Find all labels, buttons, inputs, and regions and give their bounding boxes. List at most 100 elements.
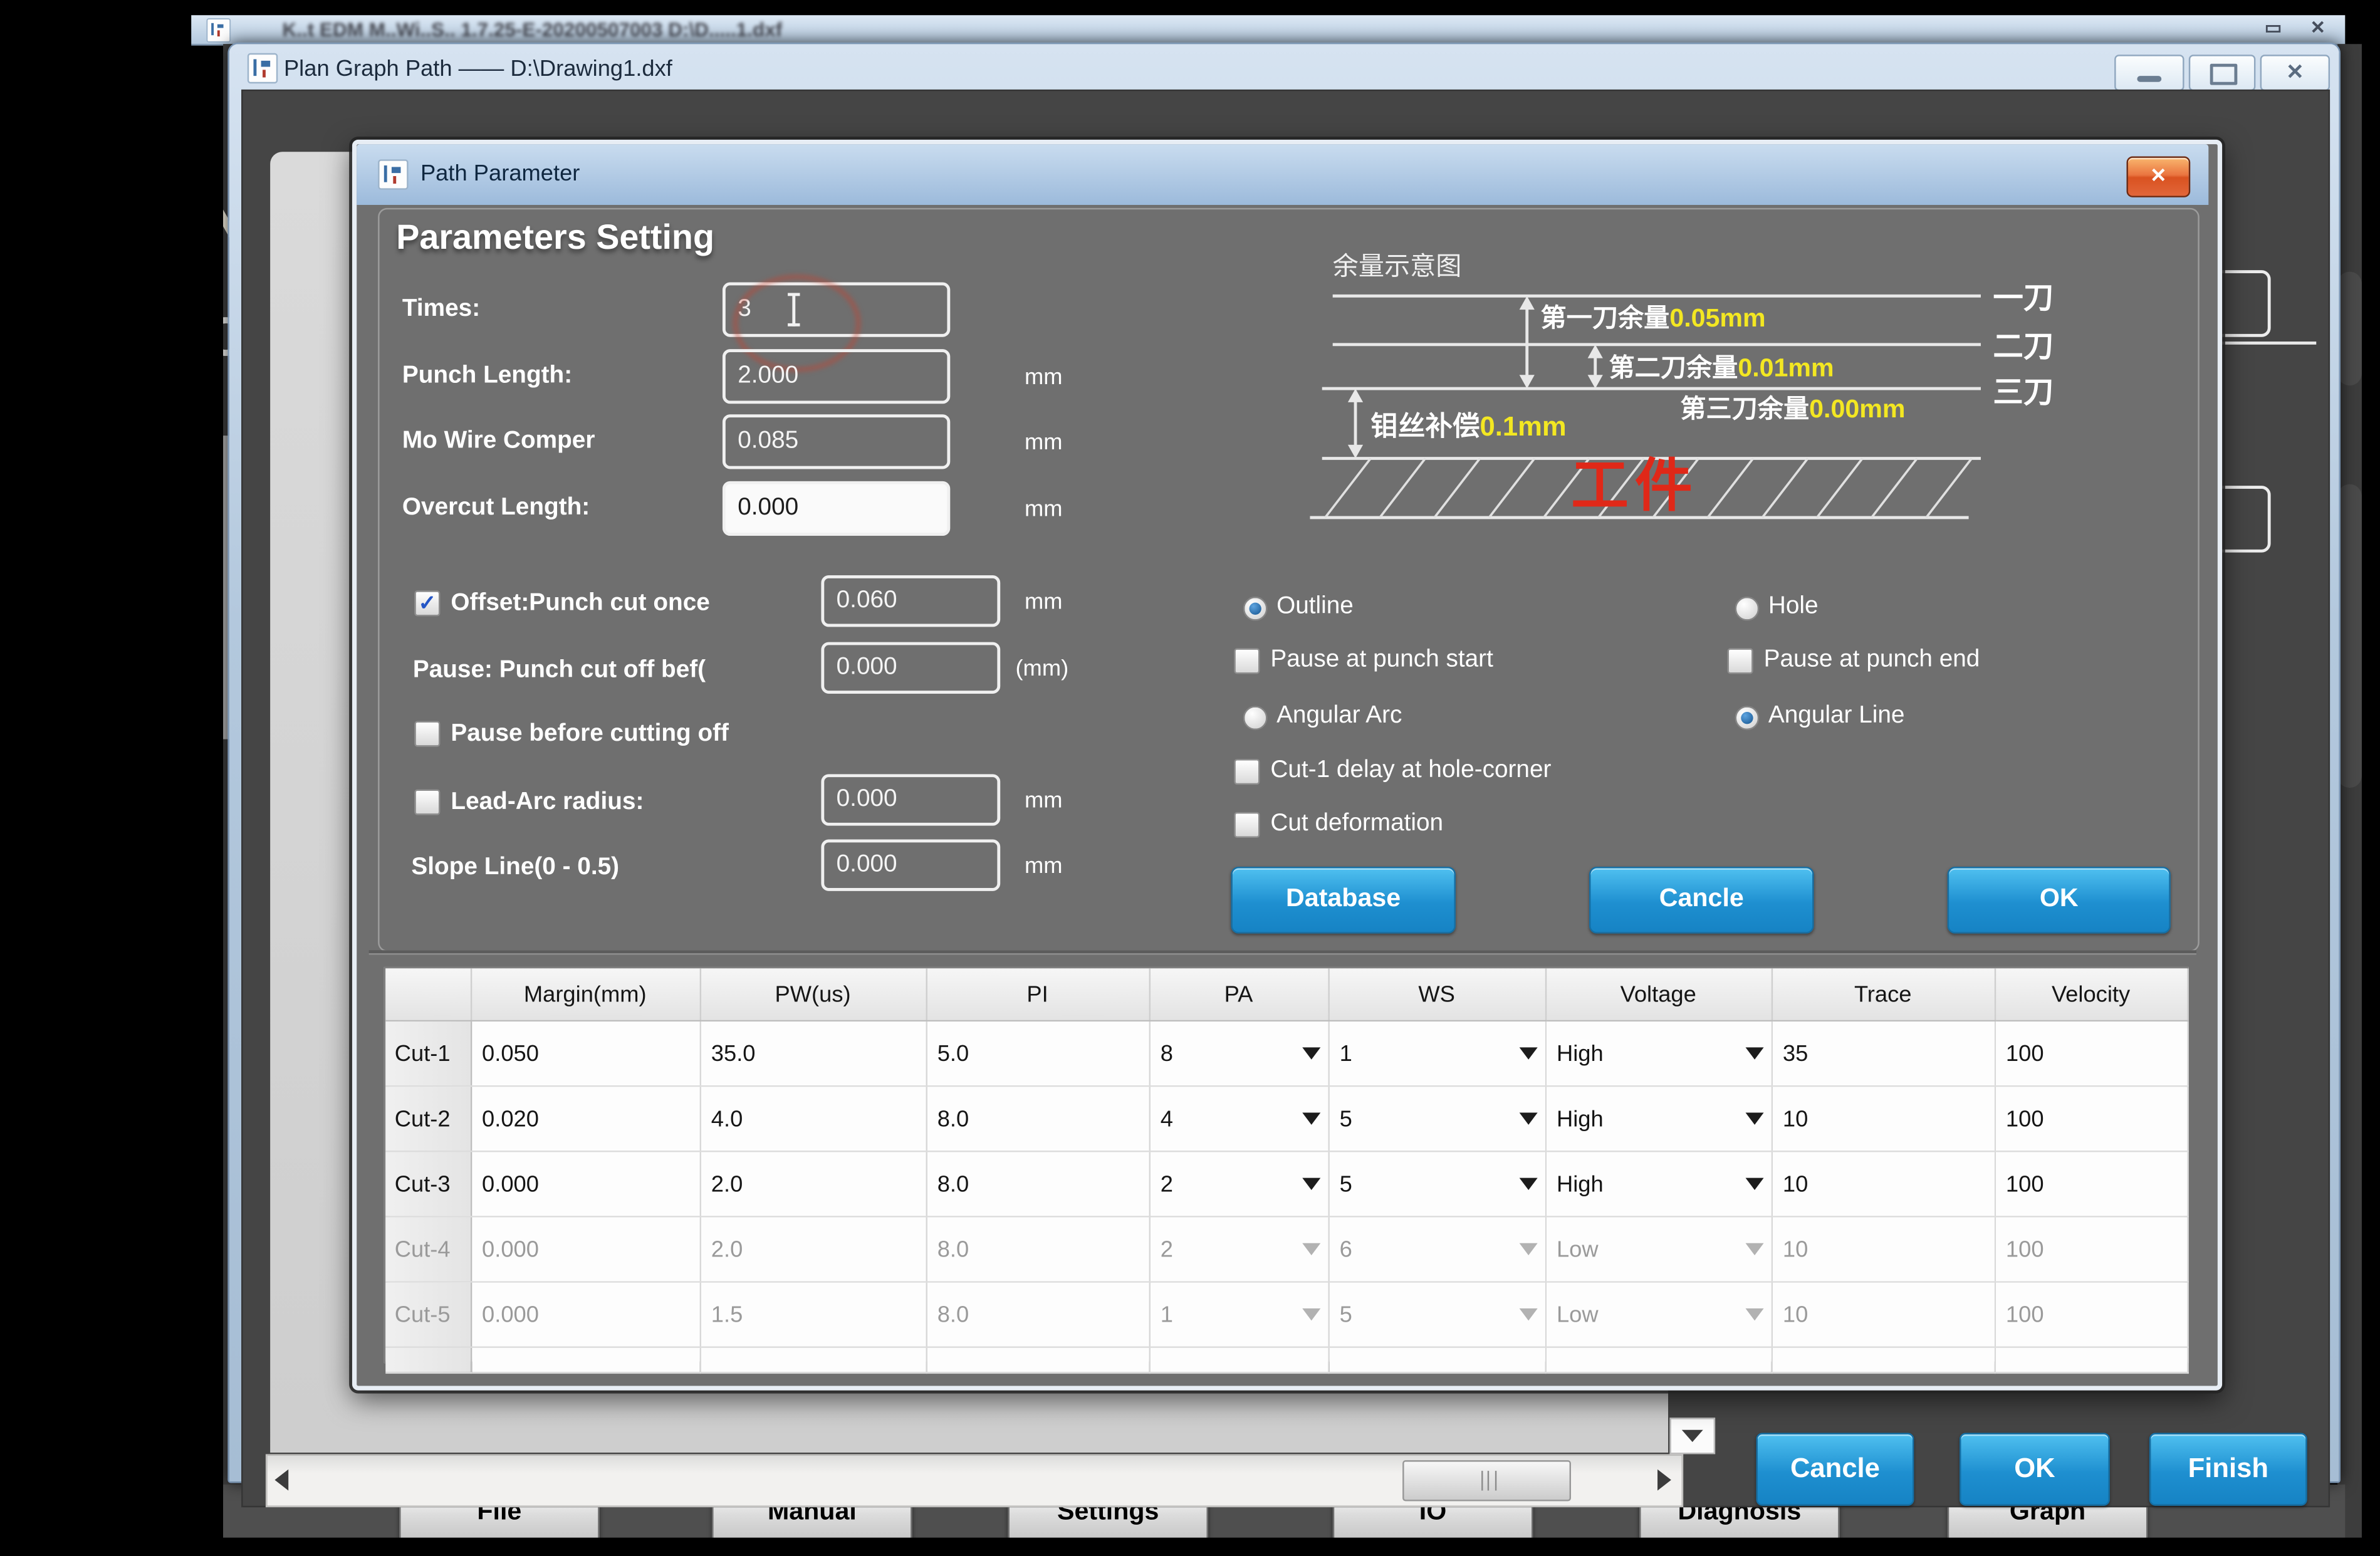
cell-cut-5-pw[interactable]: 1.5	[700, 1282, 926, 1347]
footer-finish-button[interactable]: Finish	[2149, 1433, 2307, 1506]
scroll-right-icon[interactable]	[1657, 1470, 1671, 1491]
dropdown-arrow-icon[interactable]	[1518, 1112, 1537, 1124]
dropdown-arrow-icon[interactable]	[1745, 1243, 1763, 1255]
cell-cut-1-voltage[interactable]: High	[1545, 1021, 1772, 1086]
cell-cut-1-trace[interactable]: 35	[1772, 1021, 1995, 1086]
dropdown-arrow-icon[interactable]	[1518, 1243, 1537, 1255]
dropdown-arrow-icon[interactable]	[1302, 1047, 1320, 1059]
dropdown-arrow-icon[interactable]	[1745, 1047, 1763, 1059]
cell-cut-2-margin[interactable]: 0.020	[471, 1086, 700, 1151]
cell-cut-1-velocity[interactable]: 100	[1995, 1021, 2188, 1086]
offset-checkbox[interactable]: ✓	[414, 590, 440, 616]
cell-cut-2-pa[interactable]: 4	[1149, 1086, 1328, 1151]
punch-length-input[interactable]	[723, 349, 950, 404]
cell-cut-1-pi[interactable]: 5.0	[926, 1021, 1149, 1086]
cell-cut-4-velocity[interactable]: 100	[1995, 1216, 2188, 1282]
footer-cancel-button[interactable]: Cancle	[1756, 1433, 1914, 1506]
cell-cut-3-pa[interactable]: 2	[1149, 1151, 1328, 1216]
restore-button[interactable]	[2189, 55, 2256, 91]
dropdown-arrow-icon[interactable]	[1745, 1308, 1763, 1320]
cell-cut-4-margin[interactable]: 0.000	[471, 1216, 700, 1282]
lead-arc-input[interactable]	[821, 774, 1000, 825]
cell-cut-4-pi[interactable]: 8.0	[926, 1216, 1149, 1282]
angular-line-radio[interactable]	[1735, 706, 1760, 730]
dropdown-arrow-icon[interactable]	[1302, 1308, 1320, 1320]
cell-cut-2-voltage[interactable]: High	[1545, 1086, 1772, 1151]
horizontal-scrollbar[interactable]	[266, 1454, 1683, 1507]
horizontal-scrollbar-thumb[interactable]	[1402, 1460, 1571, 1501]
mo-wire-input[interactable]	[723, 414, 950, 469]
cell-cut-3-trace[interactable]: 10	[1772, 1151, 1995, 1216]
scroll-down-icon	[1682, 1430, 1703, 1442]
cell-cut-3-velocity[interactable]: 100	[1995, 1151, 2188, 1216]
pause-punch-input[interactable]	[821, 642, 1000, 694]
pause-punch-unit: (mm)	[1015, 655, 1068, 681]
dropdown-arrow-icon[interactable]	[1518, 1178, 1537, 1190]
cell-cut-5-voltage[interactable]: Low	[1545, 1282, 1772, 1347]
cell-cut-4-pw[interactable]: 2.0	[700, 1216, 926, 1282]
cell-cut-5-ws[interactable]: 5	[1328, 1282, 1545, 1347]
cell-cut-4-pa[interactable]: 2	[1149, 1216, 1328, 1282]
cell-cut-1-margin[interactable]: 0.050	[471, 1021, 700, 1086]
cell-cut-1-pw[interactable]: 35.0	[700, 1021, 926, 1086]
minimize-button[interactable]	[2114, 55, 2184, 91]
cell-cut-4-voltage[interactable]: Low	[1545, 1216, 1772, 1282]
dialog-icon	[378, 159, 408, 189]
cell-cut-5-margin[interactable]: 0.000	[471, 1282, 700, 1347]
lead-arc-checkbox[interactable]	[414, 790, 440, 815]
outline-radio[interactable]	[1243, 597, 1268, 621]
offset-input[interactable]	[821, 575, 1000, 627]
cell-cut-2-pw[interactable]: 4.0	[700, 1086, 926, 1151]
pause-at-punch-end-checkbox[interactable]	[1727, 648, 1753, 674]
database-button[interactable]: Database	[1231, 867, 1455, 934]
mo-wire-unit: mm	[1025, 429, 1063, 455]
footer-ok-button[interactable]: OK	[1960, 1433, 2110, 1506]
knife-3-label: 三刀	[1993, 375, 2054, 409]
dialog-cancel-button[interactable]: Cancle	[1589, 867, 1814, 934]
cell-cut-4-trace[interactable]: 10	[1772, 1216, 1995, 1282]
cell-cut-2-ws[interactable]: 5	[1328, 1086, 1545, 1151]
cell-cut-5-trace[interactable]: 10	[1772, 1282, 1995, 1347]
offset-label: Offset:Punch cut once	[451, 590, 709, 618]
cell-cut-1-ws[interactable]: 1	[1328, 1021, 1545, 1086]
dialog-ok-button[interactable]: OK	[1948, 867, 2171, 934]
column-header-Voltage: Voltage	[1545, 968, 1772, 1021]
dropdown-arrow-icon[interactable]	[1518, 1308, 1537, 1320]
pause-at-punch-start-checkbox[interactable]	[1234, 648, 1260, 674]
cell-cut-2-trace[interactable]: 10	[1772, 1086, 1995, 1151]
background-close-icon[interactable]: ✕	[2310, 17, 2325, 38]
dialog-close-button[interactable]: ✕	[2127, 156, 2191, 197]
wire-compensation: 钼丝补偿0.1mm	[1370, 412, 1566, 442]
slope-line-input[interactable]	[821, 839, 1000, 890]
scroll-left-icon[interactable]	[274, 1470, 288, 1491]
cell-cut-3-margin[interactable]: 0.000	[471, 1151, 700, 1216]
cell-cut-2-pi[interactable]: 8.0	[926, 1086, 1149, 1151]
cut1-delay-checkbox[interactable]	[1234, 759, 1260, 785]
cell-cut-5-pi[interactable]: 8.0	[926, 1282, 1149, 1347]
cell-cut-3-pi[interactable]: 8.0	[926, 1151, 1149, 1216]
background-right-notch	[2337, 484, 2362, 788]
dropdown-arrow-icon[interactable]	[1518, 1047, 1537, 1059]
angular-arc-radio[interactable]	[1243, 706, 1268, 730]
dropdown-arrow-icon[interactable]	[1745, 1112, 1763, 1124]
cell-cut-1-pa[interactable]: 8	[1149, 1021, 1328, 1086]
cell-cut-2-velocity[interactable]: 100	[1995, 1086, 2188, 1151]
cell-cut-4-ws[interactable]: 6	[1328, 1216, 1545, 1282]
cut-deformation-checkbox[interactable]	[1234, 812, 1260, 838]
dropdown-arrow-icon[interactable]	[1745, 1178, 1763, 1190]
cell-cut-5-pa[interactable]: 1	[1149, 1282, 1328, 1347]
hole-radio[interactable]	[1735, 597, 1760, 621]
dropdown-arrow-icon[interactable]	[1302, 1112, 1320, 1124]
background-minimize-icon[interactable]: ▭	[2265, 17, 2282, 38]
cell-cut-3-ws[interactable]: 5	[1328, 1151, 1545, 1216]
minimize-icon	[2137, 76, 2161, 82]
scroll-down-button[interactable]	[1669, 1418, 1715, 1454]
dropdown-arrow-icon[interactable]	[1302, 1178, 1320, 1190]
cell-cut-3-voltage[interactable]: High	[1545, 1151, 1772, 1216]
overcut-input[interactable]	[723, 481, 950, 536]
cell-cut-5-velocity[interactable]: 100	[1995, 1282, 2188, 1347]
cell-cut-3-pw[interactable]: 2.0	[700, 1151, 926, 1216]
dropdown-arrow-icon[interactable]	[1302, 1243, 1320, 1255]
close-button[interactable]: ✕	[2260, 55, 2330, 91]
pause-before-checkbox[interactable]	[414, 721, 440, 747]
